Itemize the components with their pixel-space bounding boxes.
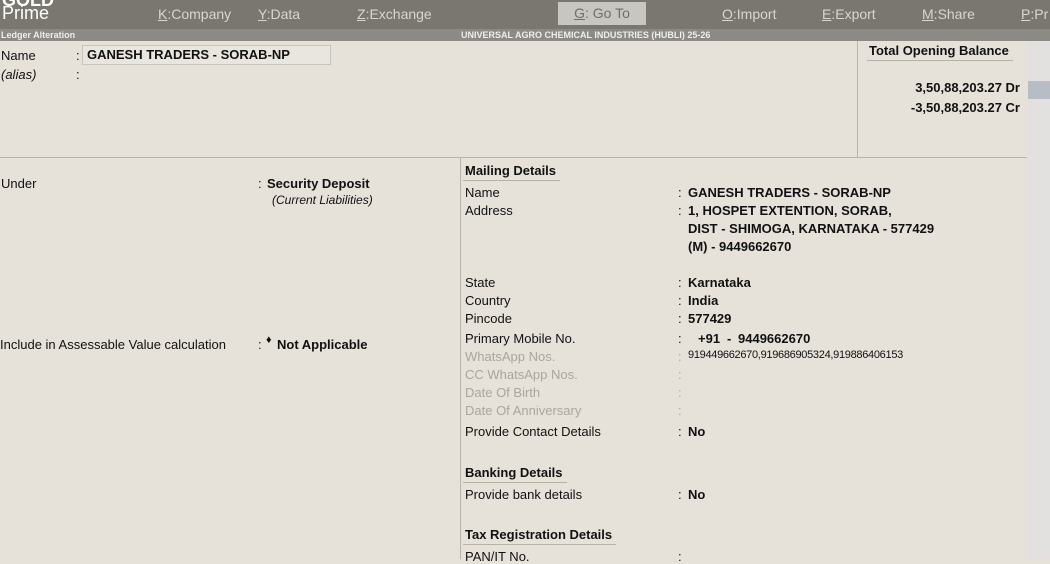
colon: : <box>678 403 682 418</box>
mailing-name-label: Name <box>465 185 500 200</box>
colon: : <box>678 293 682 308</box>
colon: : <box>76 48 80 63</box>
colon: : <box>678 275 682 290</box>
contact-details-label: Provide Contact Details <box>465 424 601 439</box>
state-value[interactable]: Karnataka <box>688 275 751 290</box>
tax-registration-title: Tax Registration Details <box>463 527 617 545</box>
address-line-3[interactable]: (M) - 9449662670 <box>688 239 791 254</box>
colon: : <box>678 367 682 382</box>
title-strip: Ledger Alteration UNIVERSAL AGRO CHEMICA… <box>0 29 1050 41</box>
mobile-value[interactable]: 9449662670 <box>738 331 810 346</box>
colon: : <box>678 185 682 200</box>
address-label: Address <box>465 203 513 218</box>
mailing-name-value[interactable]: GANESH TRADERS - SORAB-NP <box>688 185 891 200</box>
alias-label: (alias) <box>1 67 37 82</box>
colon: : <box>678 203 682 218</box>
bank-details-value[interactable]: No <box>688 487 705 502</box>
state-label: State <box>465 275 496 290</box>
colon: : <box>678 549 682 564</box>
button-bar <box>1027 41 1050 559</box>
diamond-icon: ♦ <box>266 334 272 346</box>
divider <box>0 157 1027 158</box>
mobile-country-code[interactable]: +91 <box>698 331 720 346</box>
banking-details-title: Banking Details <box>463 465 567 483</box>
menu-import[interactable]: O:Import <box>722 6 776 22</box>
pan-label: PAN/IT No. <box>465 549 530 564</box>
opening-balance-dr: 3,50,88,203.27 Dr <box>915 80 1020 95</box>
screen-title: Ledger Alteration <box>1 30 76 40</box>
doa-label: Date Of Anniversary <box>465 403 582 418</box>
divider <box>857 41 858 157</box>
colon: : <box>76 67 80 82</box>
assessable-value[interactable]: Not Applicable <box>277 337 368 352</box>
pincode-value[interactable]: 577429 <box>688 311 731 326</box>
under-value[interactable]: Security Deposit <box>267 176 370 191</box>
colon: : <box>258 176 262 191</box>
colon: : <box>678 331 682 346</box>
menu-exchange[interactable]: Z:Exchange <box>357 6 432 22</box>
pincode-label: Pincode <box>465 311 512 326</box>
country-label: Country <box>465 293 511 308</box>
dob-label: Date Of Birth <box>465 385 541 400</box>
under-group: (Current Liabilities) <box>272 193 373 207</box>
colon: : <box>258 337 262 352</box>
opening-balance-title: Total Opening Balance <box>867 43 1013 61</box>
colon: : <box>678 487 682 502</box>
menu-share[interactable]: M:Share <box>922 6 975 22</box>
whatsapp-label: WhatsApp Nos. <box>465 349 556 364</box>
cc-whatsapp-label: CC WhatsApp Nos. <box>465 367 578 382</box>
assessable-label: Include in Assessable Value calculation <box>0 337 226 352</box>
button-bar-item[interactable] <box>1028 81 1050 99</box>
menu-goto[interactable]: G: Go To <box>558 2 646 25</box>
divider <box>460 157 461 559</box>
country-value[interactable]: India <box>688 293 718 308</box>
name-label: Name <box>1 48 36 63</box>
bank-details-label: Provide bank details <box>465 487 583 502</box>
under-label: Under <box>1 176 37 191</box>
address-line-1[interactable]: 1, HOSPET EXTENTION, SORAB, <box>688 203 892 218</box>
mobile-separator: - <box>727 331 732 346</box>
contact-details-value[interactable]: No <box>688 424 705 439</box>
top-menu-bar: GOLD Prime K:Company Y:Data Z:Exchange G… <box>0 0 1050 29</box>
mailing-details-title: Mailing Details <box>463 163 561 181</box>
product-edition: Prime <box>2 3 50 23</box>
mobile-label: Primary Mobile No. <box>465 331 576 346</box>
menu-export[interactable]: E:Export <box>822 6 876 22</box>
colon: : <box>678 349 682 364</box>
company-title: UNIVERSAL AGRO CHEMICAL INDUSTRIES (HUBL… <box>461 30 711 40</box>
opening-balance-cr: -3,50,88,203.27 Cr <box>910 100 1020 115</box>
colon: : <box>678 311 682 326</box>
colon: : <box>678 385 682 400</box>
whatsapp-value[interactable]: 919449662670,919686905324,919886406153 <box>688 349 903 361</box>
address-line-2[interactable]: DIST - SHIMOGA, KARNATAKA - 577429 <box>688 221 934 236</box>
name-value[interactable]: GANESH TRADERS - SORAB-NP <box>87 47 290 62</box>
menu-company[interactable]: K:Company <box>158 6 231 22</box>
colon: : <box>678 424 682 439</box>
menu-data[interactable]: Y:Data <box>258 6 300 22</box>
menu-print[interactable]: P:Pr <box>1021 6 1048 22</box>
